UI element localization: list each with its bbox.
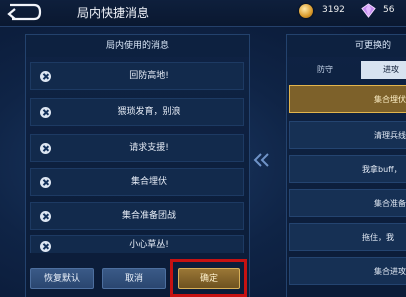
gold-coin-icon <box>299 4 313 18</box>
panel-title: 可更换的 <box>287 35 406 57</box>
back-arrow-icon[interactable] <box>4 2 42 22</box>
list-item[interactable]: 小心草丛! <box>30 235 244 253</box>
list-item[interactable]: 集合准备 <box>289 189 406 217</box>
top-bar: 局内快捷消息 3192 56 <box>0 0 406 27</box>
remove-icon[interactable] <box>40 143 51 154</box>
coin-count: 3192 <box>322 5 345 15</box>
tab-defense[interactable]: 防守 <box>297 61 353 79</box>
page-title: 局内快捷消息 <box>77 6 150 20</box>
gem-count: 56 <box>383 5 395 15</box>
list-item[interactable]: 拖住，我 <box>289 223 406 251</box>
list-item[interactable]: 请求支援! <box>30 134 244 162</box>
remove-icon[interactable] <box>40 241 51 252</box>
list-item[interactable]: 清理兵线 <box>289 121 406 149</box>
list-item[interactable]: 我拿buff， <box>289 155 406 183</box>
list-item[interactable]: 集合埋伏 <box>289 85 406 113</box>
confirm-button[interactable]: 确定 <box>178 268 240 289</box>
reset-default-button[interactable]: 恢复默认 <box>30 268 94 289</box>
cancel-button[interactable]: 取消 <box>102 268 166 289</box>
list-item[interactable]: 集合埋伏 <box>30 168 244 196</box>
in-game-messages-panel: 局内使用的消息 回防高地! 猥琐发育，别浪 请求支援! 集合埋伏 集合准备团战 … <box>25 34 250 297</box>
list-item[interactable]: 猥琐发育，别浪 <box>30 98 244 126</box>
tab-attack[interactable]: 进攻 <box>361 61 406 79</box>
remove-icon[interactable] <box>40 71 51 82</box>
list-item[interactable]: 集合准备团战 <box>30 202 244 230</box>
remove-icon[interactable] <box>40 211 51 222</box>
panel-title: 局内使用的消息 <box>26 35 249 57</box>
double-chevron-left-icon[interactable] <box>253 153 271 167</box>
list-item[interactable]: 回防高地! <box>30 62 244 90</box>
replaceable-messages-panel: 可更换的 防守 进攻 集合埋伏 清理兵线 我拿buff， 集合准备 拖住，我 集… <box>286 34 406 297</box>
remove-icon[interactable] <box>40 177 51 188</box>
list-item[interactable]: 集合进攻 <box>289 257 406 285</box>
remove-icon[interactable] <box>40 107 51 118</box>
diamond-icon <box>361 3 376 18</box>
